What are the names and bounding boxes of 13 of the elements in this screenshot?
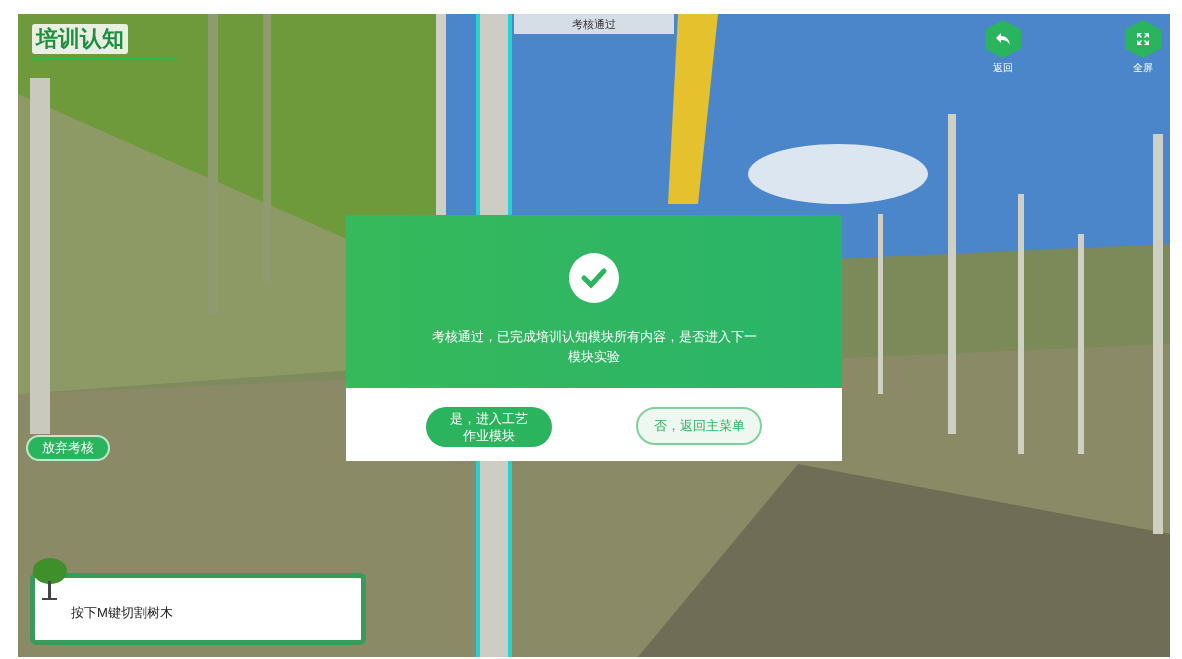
dialog-message: 考核通过，已完成培训认知模块所有内容，是否进入下一模块实验 xyxy=(430,328,758,366)
hint-text: 按下M键切割树木 xyxy=(71,604,173,623)
module-title: 培训认知 xyxy=(32,24,128,54)
quit-exam-button[interactable]: 放弃考核 xyxy=(26,435,110,461)
button-label: 返回 xyxy=(993,61,1013,75)
confirm-button[interactable]: 是，进入工艺作业模块 xyxy=(426,407,552,447)
back-icon xyxy=(995,32,1011,46)
button-label: 全屏 xyxy=(1133,61,1153,75)
fullscreen-icon xyxy=(1136,32,1150,46)
check-icon xyxy=(569,253,619,303)
status-banner: 考核通过 xyxy=(514,14,674,34)
tree-icon xyxy=(32,557,68,601)
cancel-button[interactable]: 否，返回主菜单 xyxy=(636,407,762,445)
